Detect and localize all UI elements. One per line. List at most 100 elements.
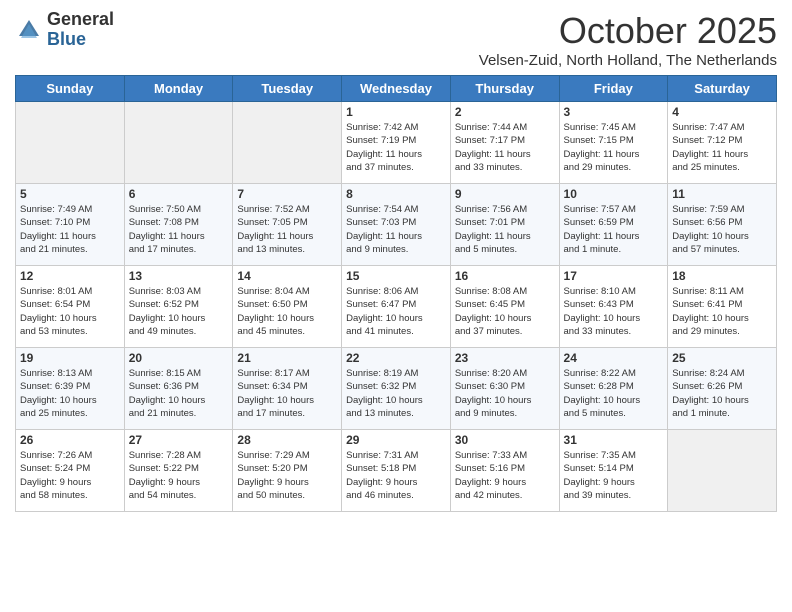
location-subtitle: Velsen-Zuid, North Holland, The Netherla… [479,52,777,69]
col-monday: Monday [124,76,233,102]
logo: General Blue [15,10,114,50]
day-info: Sunrise: 8:13 AM Sunset: 6:39 PM Dayligh… [20,367,120,420]
day-number: 15 [346,269,446,283]
title-block: October 2025 Velsen-Zuid, North Holland,… [479,10,777,69]
table-row: 5 Sunrise: 7:49 AM Sunset: 7:10 PM Daylig… [16,184,125,266]
day-number: 3 [564,105,664,119]
day-number: 17 [564,269,664,283]
day-info: Sunrise: 8:22 AM Sunset: 6:28 PM Dayligh… [564,367,664,420]
table-row: 18 Sunrise: 8:11 AM Sunset: 6:41 PM Dayli… [668,266,777,348]
table-row: 12Sunrise: 8:01 AM Sunset: 6:54 PM Dayli… [16,266,125,348]
day-info: Sunrise: 7:31 AM Sunset: 5:18 PM Dayligh… [346,449,446,502]
header: General Blue October 2025 Velsen-Zuid, N… [15,10,777,69]
table-row: 14 Sunrise: 8:04 AM Sunset: 6:50 PM Dayli… [233,266,342,348]
day-info: Sunrise: 7:47 AM Sunset: 7:12 PM Dayligh… [672,121,772,174]
day-number: 22 [346,351,446,365]
day-info: Sunrise: 7:52 AM Sunset: 7:05 PM Dayligh… [237,203,337,256]
day-info: Sunrise: 7:49 AM Sunset: 7:10 PM Dayligh… [20,203,120,256]
table-row: 3 Sunrise: 7:45 AM Sunset: 7:15 PM Daylig… [559,102,668,184]
day-info: Sunrise: 8:10 AM Sunset: 6:43 PM Dayligh… [564,285,664,338]
day-info: Sunrise: 7:26 AM Sunset: 5:24 PM Dayligh… [20,449,120,502]
logo-blue: Blue [47,30,114,50]
calendar-week-3: 12Sunrise: 8:01 AM Sunset: 6:54 PM Dayli… [16,266,777,348]
day-info: Sunrise: 8:03 AM Sunset: 6:52 PM Dayligh… [129,285,229,338]
table-row: 19 Sunrise: 8:13 AM Sunset: 6:39 PM Dayli… [16,348,125,430]
table-row: 27 Sunrise: 7:28 AM Sunset: 5:22 PM Dayli… [124,430,233,512]
table-row: 22Sunrise: 8:19 AM Sunset: 6:32 PM Dayli… [342,348,451,430]
month-title: October 2025 [479,10,777,52]
logo-text: General Blue [47,10,114,50]
table-row: 31 Sunrise: 7:35 AM Sunset: 5:14 PM Dayli… [559,430,668,512]
calendar-week-4: 19 Sunrise: 8:13 AM Sunset: 6:39 PM Dayli… [16,348,777,430]
table-row: 17 Sunrise: 8:10 AM Sunset: 6:43 PM Dayli… [559,266,668,348]
table-row: 6 Sunrise: 7:50 AM Sunset: 7:08 PM Daylig… [124,184,233,266]
table-row: 2Sunrise: 7:44 AM Sunset: 7:17 PM Daylig… [450,102,559,184]
day-info: Sunrise: 8:08 AM Sunset: 6:45 PM Dayligh… [455,285,555,338]
table-row: 13 Sunrise: 8:03 AM Sunset: 6:52 PM Dayli… [124,266,233,348]
day-number: 6 [129,187,229,201]
table-row: 26 Sunrise: 7:26 AM Sunset: 5:24 PM Dayli… [16,430,125,512]
day-info: Sunrise: 8:15 AM Sunset: 6:36 PM Dayligh… [129,367,229,420]
day-number: 14 [237,269,337,283]
day-info: Sunrise: 8:04 AM Sunset: 6:50 PM Dayligh… [237,285,337,338]
day-info: Sunrise: 7:54 AM Sunset: 7:03 PM Dayligh… [346,203,446,256]
day-info: Sunrise: 7:44 AM Sunset: 7:17 PM Dayligh… [455,121,555,174]
table-row: 20Sunrise: 8:15 AM Sunset: 6:36 PM Dayli… [124,348,233,430]
day-number: 13 [129,269,229,283]
col-tuesday: Tuesday [233,76,342,102]
day-number: 16 [455,269,555,283]
table-row: 8 Sunrise: 7:54 AM Sunset: 7:03 PM Daylig… [342,184,451,266]
day-number: 7 [237,187,337,201]
col-thursday: Thursday [450,76,559,102]
day-number: 10 [564,187,664,201]
day-info: Sunrise: 7:33 AM Sunset: 5:16 PM Dayligh… [455,449,555,502]
table-row [668,430,777,512]
day-number: 1 [346,105,446,119]
day-number: 4 [672,105,772,119]
day-info: Sunrise: 7:35 AM Sunset: 5:14 PM Dayligh… [564,449,664,502]
day-info: Sunrise: 7:28 AM Sunset: 5:22 PM Dayligh… [129,449,229,502]
day-number: 29 [346,433,446,447]
day-number: 24 [564,351,664,365]
table-row: 16 Sunrise: 8:08 AM Sunset: 6:45 PM Dayli… [450,266,559,348]
day-info: Sunrise: 8:17 AM Sunset: 6:34 PM Dayligh… [237,367,337,420]
day-number: 11 [672,187,772,201]
calendar: Sunday Monday Tuesday Wednesday Thursday… [15,75,777,512]
table-row: 10 Sunrise: 7:57 AM Sunset: 6:59 PM Dayli… [559,184,668,266]
day-number: 26 [20,433,120,447]
calendar-header-row: Sunday Monday Tuesday Wednesday Thursday… [16,76,777,102]
calendar-week-5: 26 Sunrise: 7:26 AM Sunset: 5:24 PM Dayli… [16,430,777,512]
day-number: 27 [129,433,229,447]
day-number: 12 [20,269,120,283]
day-info: Sunrise: 8:20 AM Sunset: 6:30 PM Dayligh… [455,367,555,420]
day-info: Sunrise: 8:06 AM Sunset: 6:47 PM Dayligh… [346,285,446,338]
table-row: 25Sunrise: 8:24 AM Sunset: 6:26 PM Dayli… [668,348,777,430]
day-number: 28 [237,433,337,447]
table-row: 7 Sunrise: 7:52 AM Sunset: 7:05 PM Daylig… [233,184,342,266]
day-number: 18 [672,269,772,283]
col-saturday: Saturday [668,76,777,102]
table-row: 21 Sunrise: 8:17 AM Sunset: 6:34 PM Dayli… [233,348,342,430]
table-row: 28 Sunrise: 7:29 AM Sunset: 5:20 PM Dayli… [233,430,342,512]
col-sunday: Sunday [16,76,125,102]
table-row: 29 Sunrise: 7:31 AM Sunset: 5:18 PM Dayli… [342,430,451,512]
day-info: Sunrise: 7:50 AM Sunset: 7:08 PM Dayligh… [129,203,229,256]
table-row: 11 Sunrise: 7:59 AM Sunset: 6:56 PM Dayli… [668,184,777,266]
day-info: Sunrise: 7:59 AM Sunset: 6:56 PM Dayligh… [672,203,772,256]
table-row: 30Sunrise: 7:33 AM Sunset: 5:16 PM Dayli… [450,430,559,512]
day-info: Sunrise: 7:45 AM Sunset: 7:15 PM Dayligh… [564,121,664,174]
table-row: 1Sunrise: 7:42 AM Sunset: 7:19 PM Daylig… [342,102,451,184]
day-number: 8 [346,187,446,201]
table-row: 4 Sunrise: 7:47 AM Sunset: 7:12 PM Daylig… [668,102,777,184]
day-number: 31 [564,433,664,447]
logo-general: General [47,10,114,30]
day-info: Sunrise: 7:29 AM Sunset: 5:20 PM Dayligh… [237,449,337,502]
day-number: 5 [20,187,120,201]
logo-icon [15,16,43,44]
table-row [233,102,342,184]
table-row: 9Sunrise: 7:56 AM Sunset: 7:01 PM Daylig… [450,184,559,266]
day-number: 21 [237,351,337,365]
day-info: Sunrise: 7:57 AM Sunset: 6:59 PM Dayligh… [564,203,664,256]
day-number: 19 [20,351,120,365]
day-info: Sunrise: 8:11 AM Sunset: 6:41 PM Dayligh… [672,285,772,338]
